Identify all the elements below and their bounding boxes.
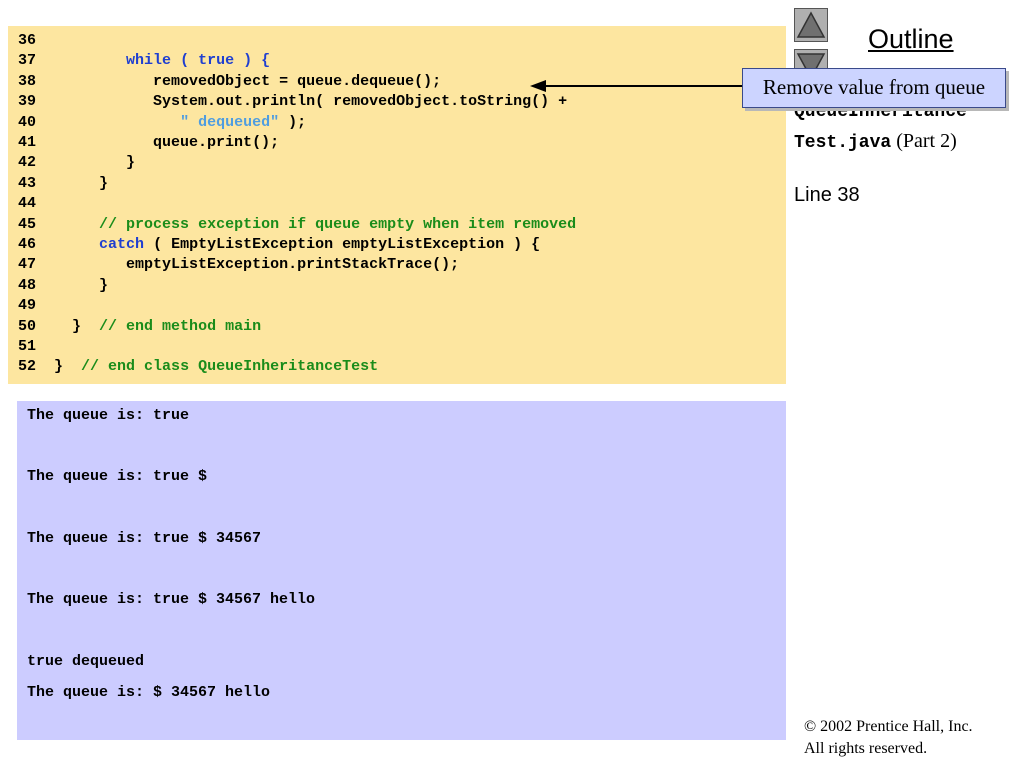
output-line: The queue is: $ 34567 hello <box>27 684 271 701</box>
callout-box: Remove value from queue <box>742 68 1006 108</box>
line-reference: Line 38 <box>794 184 860 206</box>
code-line: 52 } // end class QueueInheritanceTest <box>18 357 378 377</box>
line-number: 50 <box>18 317 37 335</box>
code-token: System.out.println( removedObject.toStri… <box>54 93 568 111</box>
code-token: true <box>198 52 235 70</box>
code-token: ( EmptyListException emptyListException … <box>144 236 541 253</box>
code-line: 40 " dequeued" ); <box>18 113 306 133</box>
output-panel: The queue is: true The queue is: true $ Th… <box>17 401 786 740</box>
code-token: queue.print(); <box>54 134 280 151</box>
code-line: 46 catch ( EmptyListException emptyListE… <box>18 235 540 255</box>
code-token: // end class QueueInheritanceTest <box>81 358 379 376</box>
code-token: catch <box>99 236 145 253</box>
line-number: 44 <box>18 195 37 213</box>
previous-slide-button[interactable] <box>794 8 828 42</box>
code-token: ( <box>171 52 199 70</box>
code-line: 44 <box>18 194 54 214</box>
code-token: emptyListException.printStackTrace(); <box>54 256 460 274</box>
callout-arrow <box>530 80 742 92</box>
code-token: // process exception if queue empty when… <box>99 215 577 233</box>
code-line: 51 <box>18 337 54 357</box>
line-number: 45 <box>18 215 37 233</box>
outline-link[interactable]: Outline <box>868 24 954 55</box>
code-line: 49 <box>18 296 54 316</box>
line-number: 43 <box>18 174 37 192</box>
code-token: } <box>54 317 100 335</box>
code-token: } <box>54 174 109 192</box>
output-line: The queue is: true <box>27 407 190 424</box>
output-line: true dequeued <box>27 653 145 670</box>
code-line: 36 <box>18 31 54 51</box>
code-line: 42 } <box>18 153 135 173</box>
line-number: 39 <box>18 93 37 111</box>
code-line: 48 } <box>18 276 108 296</box>
code-line: 43 } <box>18 174 108 194</box>
file-part: (Part 2) <box>891 130 957 152</box>
file-name: Test.java <box>794 133 892 153</box>
code-token: " dequeued" <box>180 113 280 131</box>
line-number: 42 <box>18 154 37 172</box>
code-line: 41 queue.print(); <box>18 133 279 153</box>
file-name-line2: Test.java (Part 2) <box>794 130 957 153</box>
line-number: 49 <box>18 297 37 315</box>
copyright: © 2002 Prentice Hall, Inc. All rights re… <box>804 716 973 760</box>
code-line: 47 emptyListException.printStackTrace(); <box>18 255 459 275</box>
code-line: 37 while ( true ) { <box>18 51 270 71</box>
code-line: 45 // process exception if queue empty w… <box>18 215 576 235</box>
code-line: 38 removedObject = queue.dequeue(); <box>18 72 441 92</box>
line-number: 52 <box>18 358 37 376</box>
code-token: ) { <box>234 52 271 70</box>
copyright-line1: © 2002 Prentice Hall, Inc. <box>804 718 973 735</box>
code-token: ); <box>279 113 307 131</box>
line-number: 46 <box>18 236 37 253</box>
code-token: } <box>54 276 109 294</box>
code-line: 39 System.out.println( removedObject.toS… <box>18 92 567 112</box>
line-number: 36 <box>18 32 37 49</box>
output-line: The queue is: true $ <box>27 468 208 485</box>
line-number: 47 <box>18 256 37 274</box>
code-token: // end method main <box>99 317 262 335</box>
line-number: 48 <box>18 276 37 294</box>
code-token: while <box>126 52 172 70</box>
copyright-line2: All rights reserved. <box>804 740 928 757</box>
up-arrow-icon <box>796 11 826 38</box>
code-line: 50 } // end method main <box>18 317 261 337</box>
line-number: 41 <box>18 134 37 151</box>
code-token: } <box>54 154 136 172</box>
line-number: 40 <box>18 113 37 131</box>
code-token: } <box>54 358 82 376</box>
line-number: 37 <box>18 52 37 70</box>
line-number: 38 <box>18 72 37 90</box>
line-number: 51 <box>18 338 37 355</box>
code-token: removedObject = queue.dequeue(); <box>54 72 442 90</box>
output-line: The queue is: true $ 34567 <box>27 530 262 547</box>
output-line: The queue is: true $ 34567 hello <box>27 591 316 608</box>
